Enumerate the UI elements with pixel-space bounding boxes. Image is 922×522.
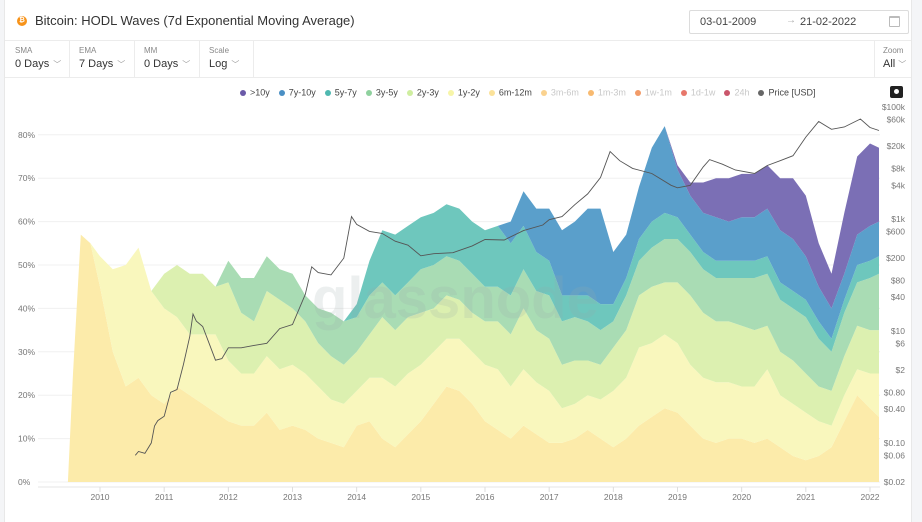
price-tick-label: $4k — [891, 180, 905, 190]
price-tick-label: $40 — [891, 292, 905, 302]
legend-item[interactable]: 3m-6m — [540, 87, 579, 98]
legend-label: 5y-7y — [334, 87, 357, 98]
price-tick-label: $80 — [891, 275, 905, 285]
price-tick-label: $0.02 — [884, 477, 906, 487]
price-tick-label: $600 — [886, 226, 905, 236]
legend-dot-icon — [540, 89, 547, 96]
y-axis-price: $100k $60k $20k $8k $4k $1k $600 $200 $80 $40 $10 $… — [882, 102, 906, 487]
y-tick-label: 20% — [18, 390, 35, 400]
watermark: glassnode — [312, 266, 599, 331]
y-tick-label: 40% — [18, 303, 35, 313]
legend-dot-icon — [724, 89, 731, 96]
y-tick-label: 50% — [18, 260, 35, 270]
y-tick-label: 70% — [18, 173, 35, 183]
legend-item[interactable]: >10y — [240, 87, 270, 98]
x-axis: 2010 2011 2012 2013 2014 2015 2016 2017 2018 2019… — [91, 487, 880, 502]
legend-item[interactable]: 2y-3y — [406, 87, 439, 98]
legend-label: 1w-1m — [644, 87, 672, 98]
y-tick-label: 60% — [18, 217, 35, 227]
price-tick-label: $0.40 — [884, 404, 906, 414]
legend-label: 7y-10y — [288, 87, 316, 98]
legend-item[interactable]: 24h — [724, 87, 749, 98]
y-axis-percent: 0% 10% 20% 30% 40% 50% 60% 70% 80% — [18, 130, 35, 487]
legend-item[interactable]: Price [USD] — [758, 87, 815, 98]
legend-label: Price [USD] — [768, 87, 816, 98]
price-tick-label: $6 — [896, 338, 906, 348]
legend-item[interactable]: 6m-12m — [488, 87, 532, 98]
legend-item[interactable]: 5y-7y — [324, 87, 357, 98]
legend-dot-icon — [634, 89, 641, 96]
x-tick-label: 2017 — [540, 492, 559, 502]
price-tick-label: $100k — [882, 102, 906, 112]
legend-label: 24h — [734, 87, 750, 98]
x-tick-label: 2010 — [91, 492, 110, 502]
legend-dot-icon — [447, 89, 454, 96]
hodl-waves-chart: glassnode 0% 10% 20% 30% 40% 50% 60% 70% 80% $10… — [18, 102, 906, 502]
legend-item[interactable]: 7y-10y — [278, 87, 316, 98]
x-tick-label: 2018 — [604, 492, 623, 502]
legend-dot-icon — [278, 89, 285, 96]
price-tick-label: $60k — [887, 114, 906, 124]
x-tick-label: 2020 — [732, 492, 751, 502]
legend-dot-icon — [488, 89, 495, 96]
y-tick-label: 80% — [18, 130, 35, 140]
legend-item[interactable]: 3y-5y — [365, 87, 398, 98]
legend-dot-icon — [680, 89, 687, 96]
x-tick-label: 2021 — [796, 492, 815, 502]
price-tick-label: $200 — [886, 253, 905, 263]
legend-item[interactable]: 1y-2y — [447, 87, 480, 98]
x-tick-label: 2016 — [476, 492, 495, 502]
x-tick-label: 2011 — [155, 492, 174, 502]
legend-dot-icon — [240, 89, 246, 96]
legend-label: 3y-5y — [375, 87, 398, 98]
price-tick-label: $1k — [891, 214, 905, 224]
legend-item[interactable]: 1m-3m — [587, 87, 626, 98]
price-tick-label: $0.80 — [884, 387, 906, 397]
price-tick-label: $8k — [891, 163, 905, 173]
legend-dot-icon — [587, 89, 594, 96]
legend-label: >10y — [250, 87, 270, 98]
y-tick-label: 30% — [18, 347, 35, 357]
y-tick-label: 0% — [18, 477, 31, 487]
x-tick-label: 2014 — [347, 492, 366, 502]
legend-label: 1d-1w — [690, 87, 716, 98]
price-tick-label: $2 — [896, 365, 906, 375]
chart-legend: >10y 7y-10y 5y-7y 3y-5y 2y-3y 1y-2y 6m-12m 3m-6… — [240, 87, 824, 101]
camera-icon[interactable] — [890, 86, 903, 98]
price-tick-label: $0.06 — [884, 450, 906, 460]
price-tick-label: $10 — [891, 326, 905, 336]
price-tick-label: $20k — [887, 141, 906, 151]
x-tick-label: 2022 — [861, 492, 880, 502]
legend-label: 1m-3m — [597, 87, 626, 98]
x-tick-label: 2015 — [411, 492, 430, 502]
legend-dot-icon — [406, 89, 413, 96]
x-tick-label: 2013 — [283, 492, 302, 502]
legend-item[interactable]: 1w-1m — [634, 87, 672, 98]
legend-dot-icon — [365, 89, 372, 96]
x-tick-label: 2019 — [668, 492, 687, 502]
price-tick-label: $0.10 — [884, 438, 906, 448]
legend-label: 2y-3y — [416, 87, 439, 98]
legend-item[interactable]: 1d-1w — [680, 87, 716, 98]
y-tick-label: 10% — [18, 434, 35, 444]
x-tick-label: 2012 — [219, 492, 238, 502]
legend-label: 3m-6m — [550, 87, 579, 98]
legend-label: 6m-12m — [498, 87, 532, 98]
legend-dot-icon — [758, 89, 765, 96]
legend-label: 1y-2y — [457, 87, 480, 98]
legend-dot-icon — [324, 89, 331, 96]
